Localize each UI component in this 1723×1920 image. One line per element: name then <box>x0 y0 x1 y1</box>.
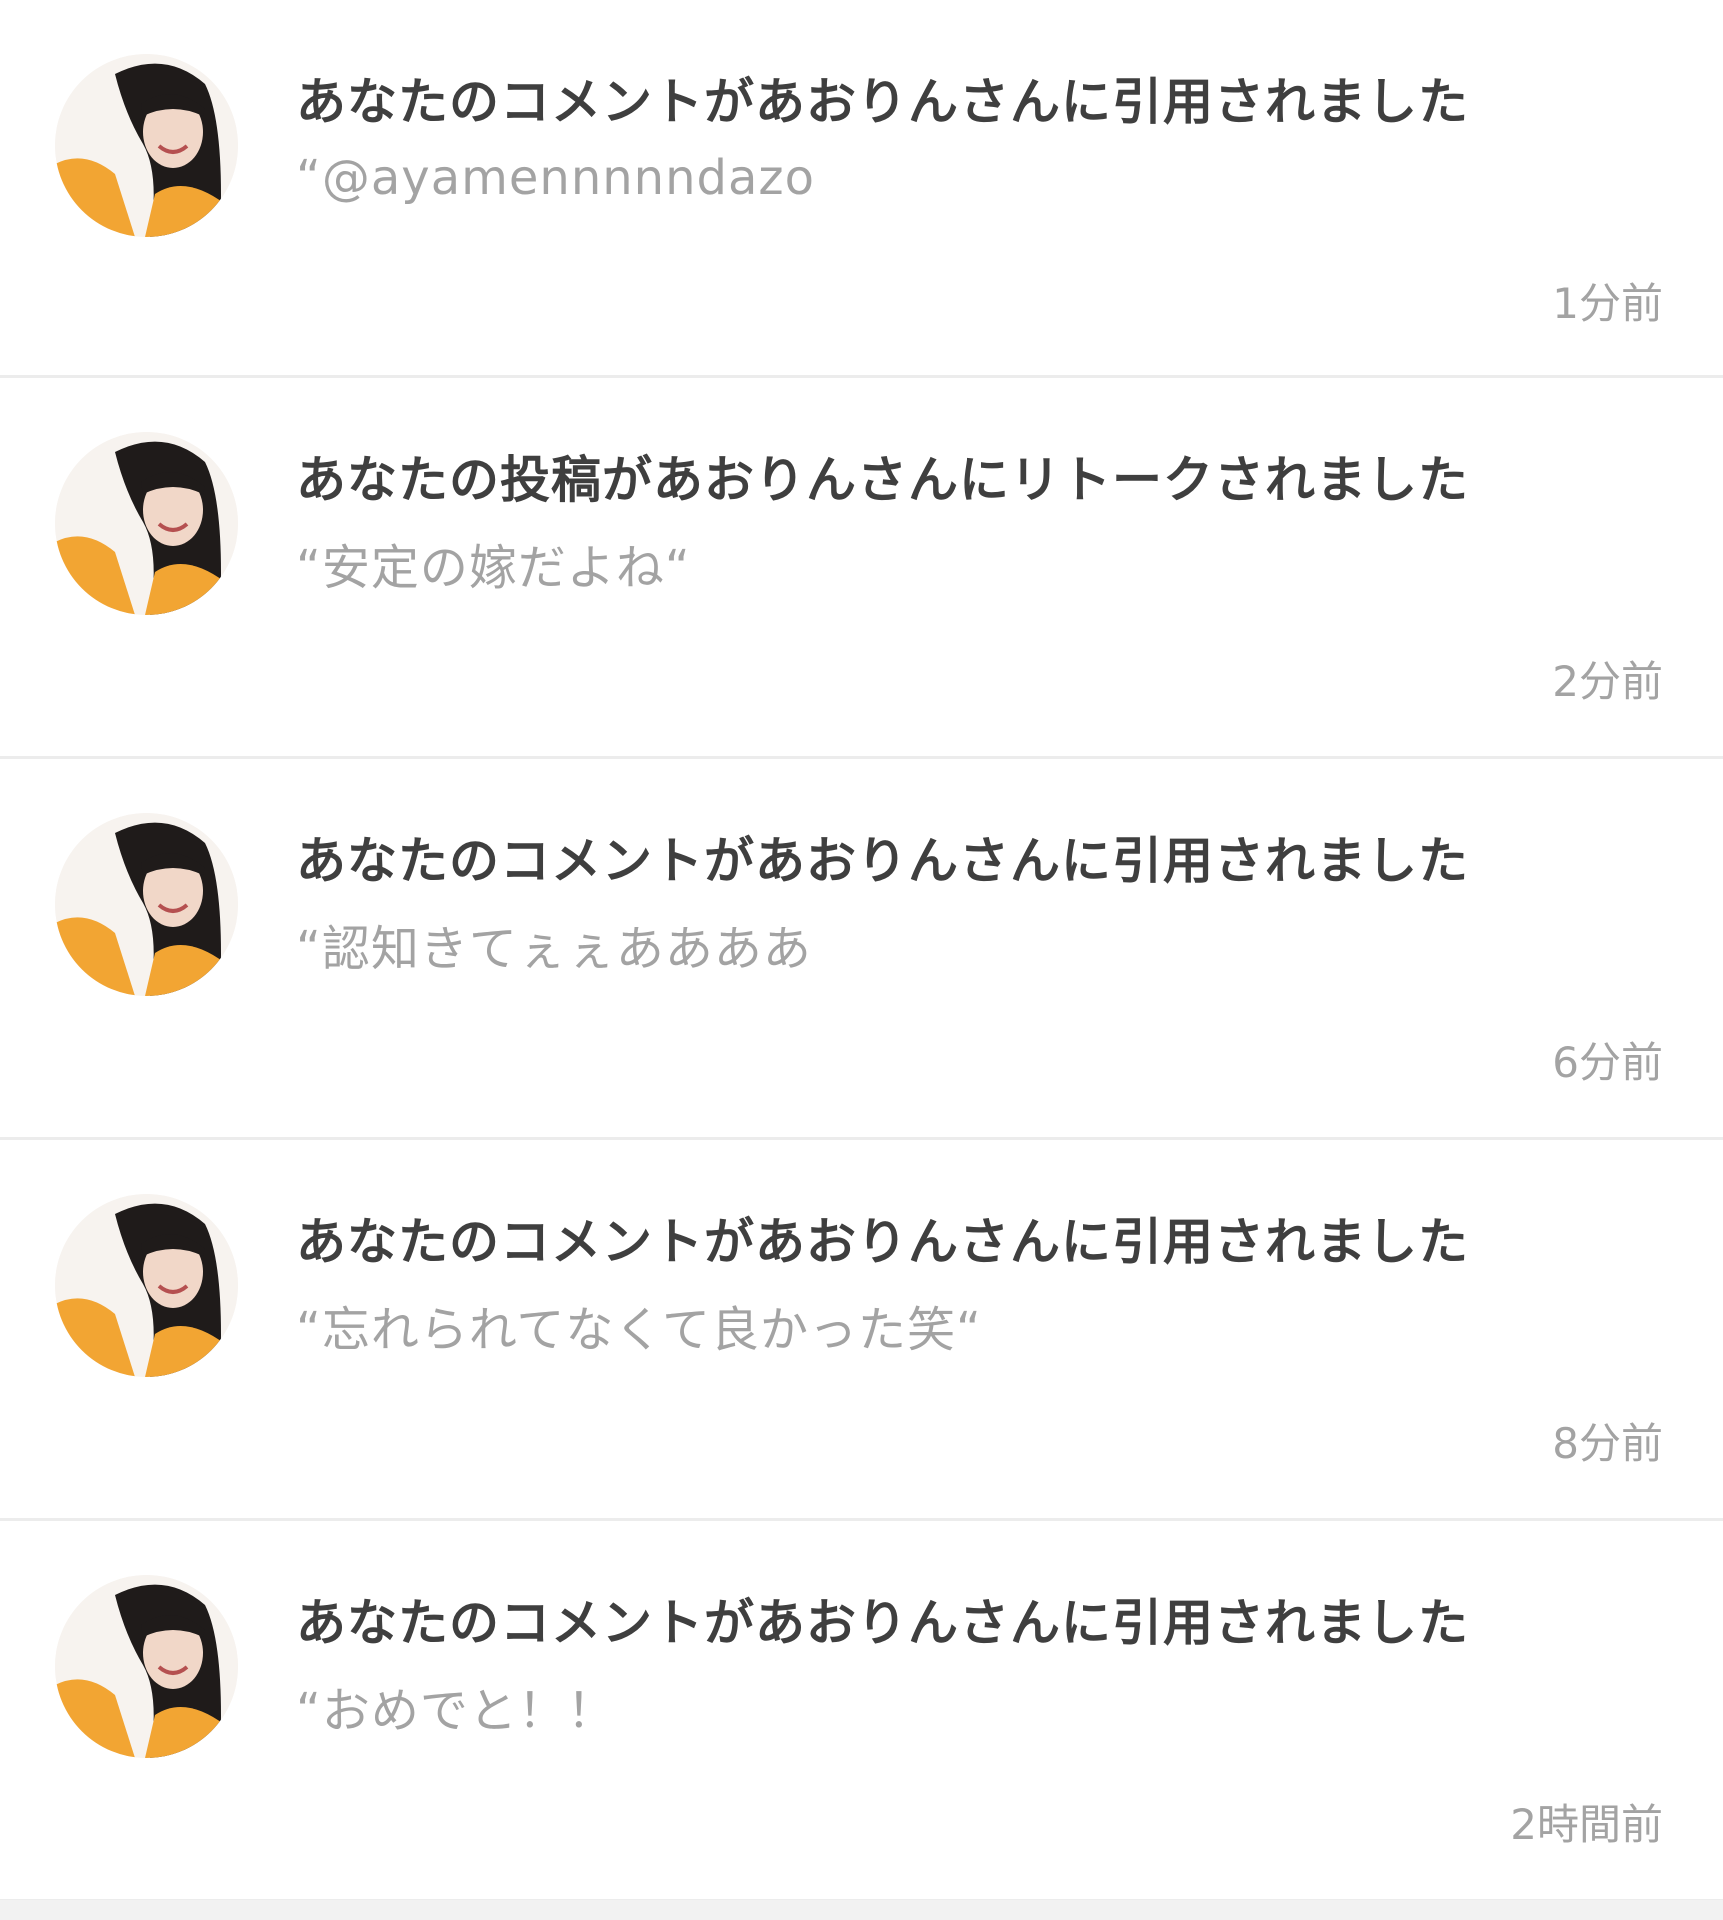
notification-excerpt: “認知きてぇぇああああ <box>296 921 812 977</box>
user-avatar-icon <box>55 1194 238 1377</box>
notification-excerpt: “おめでと！！ <box>296 1683 616 1739</box>
user-avatar-icon <box>55 1575 238 1758</box>
avatar[interactable] <box>55 813 238 996</box>
avatar[interactable] <box>55 1194 238 1377</box>
notification-time: 8分前 <box>1552 1419 1663 1468</box>
notification-item[interactable]: あなたのコメントがあおりんさんに引用されました “@ayamennnnndazo… <box>0 0 1723 378</box>
notification-title: あなたの投稿があおりんさんにリトークされました <box>296 451 1469 509</box>
notification-time: 1分前 <box>1552 279 1663 328</box>
user-avatar-icon <box>55 432 238 615</box>
notification-title: あなたのコメントがあおりんさんに引用されました <box>296 832 1469 890</box>
notification-item[interactable]: あなたのコメントがあおりんさんに引用されました “おめでと！！ 2時間前 <box>0 1521 1723 1902</box>
list-bottom-divider <box>0 1900 1723 1920</box>
avatar[interactable] <box>55 1575 238 1758</box>
notification-item[interactable]: あなたのコメントがあおりんさんに引用されました “忘れられてなくて良かった笑“ … <box>0 1140 1723 1521</box>
notification-time: 2分前 <box>1552 657 1663 706</box>
notification-title: あなたのコメントがあおりんさんに引用されました <box>296 73 1469 131</box>
notification-excerpt: “忘れられてなくて良かった笑“ <box>296 1302 982 1358</box>
user-avatar-icon <box>55 54 238 237</box>
notification-title: あなたのコメントがあおりんさんに引用されました <box>296 1594 1469 1652</box>
notification-list: あなたのコメントがあおりんさんに引用されました “@ayamennnnndazo… <box>0 0 1723 1920</box>
notification-excerpt: “安定の嫁だよね“ <box>296 540 691 596</box>
avatar[interactable] <box>55 432 238 615</box>
avatar[interactable] <box>55 54 238 237</box>
notification-excerpt: “@ayamennnnndazo <box>296 150 815 206</box>
user-avatar-icon <box>55 813 238 996</box>
notification-title: あなたのコメントがあおりんさんに引用されました <box>296 1213 1469 1271</box>
notification-time: 6分前 <box>1552 1038 1663 1087</box>
notification-time: 2時間前 <box>1510 1800 1663 1849</box>
notification-item[interactable]: あなたのコメントがあおりんさんに引用されました “認知きてぇぇああああ 6分前 <box>0 759 1723 1140</box>
notification-item[interactable]: あなたの投稿があおりんさんにリトークされました “安定の嫁だよね“ 2分前 <box>0 378 1723 759</box>
